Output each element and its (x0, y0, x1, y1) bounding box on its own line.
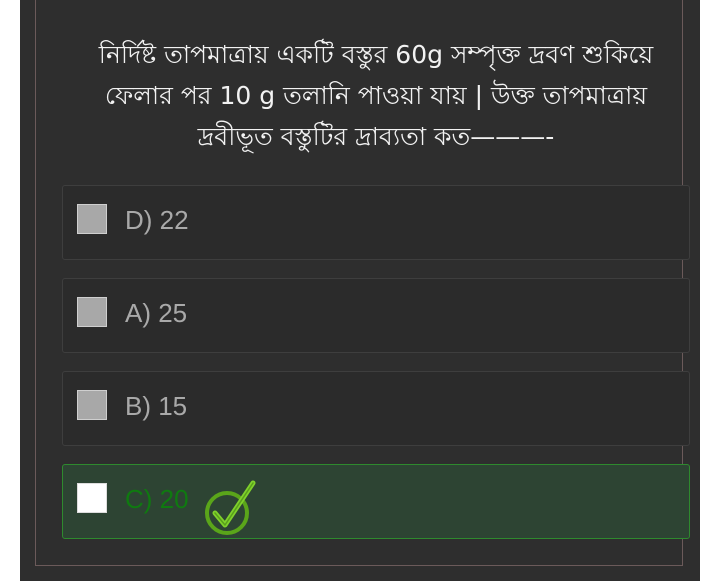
option-d-checkbox[interactable] (77, 204, 107, 234)
option-b-checkbox[interactable] (77, 390, 107, 420)
option-b[interactable]: B) 15 (62, 371, 690, 446)
option-c-label: C) 20 (125, 484, 189, 514)
question-line-1: নির্দিষ্ট তাপমাত্রায় একটি বস্তুর 60g সম… (98, 40, 654, 69)
option-d-label: D) 22 (125, 205, 189, 235)
check-circle-icon (205, 480, 256, 535)
option-a[interactable]: A) 25 (62, 278, 690, 353)
option-b-label: B) 15 (125, 391, 188, 421)
option-c-checkbox[interactable] (77, 483, 107, 513)
question-line-3: দ্রবীভূত বস্তুটির দ্রাব্যতা কত———- (197, 122, 555, 151)
question-line-2: ফেলার পর 10 g তলানি পাওয়া যায় | উক্ত ত… (104, 81, 648, 110)
option-a-label: A) 25 (125, 298, 188, 328)
option-a-checkbox[interactable] (77, 297, 107, 327)
question-text: নির্দিষ্ট তাপমাত্রায় একটি বস্তুর 60g সম… (66, 34, 686, 157)
option-c-correct[interactable]: C) 20 (62, 464, 690, 539)
option-d[interactable]: D) 22 (62, 185, 690, 260)
question-card: নির্দিষ্ট তাপমাত্রায় একটি বস্তুর 60g সম… (35, 0, 690, 566)
quiz-screen: নির্দিষ্ট তাপমাত্রায় একটি বস্তুর 60g সম… (20, 0, 700, 581)
